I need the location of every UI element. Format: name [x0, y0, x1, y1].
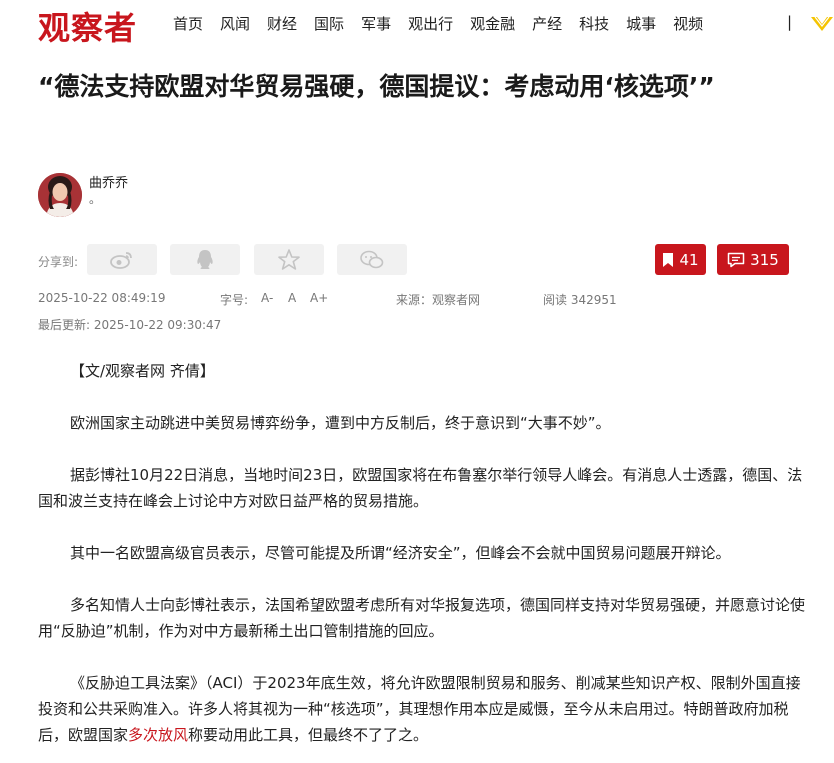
article-paragraph: 多名知情人士向彭博社表示，法国希望欧盟考虑所有对华报复选项，德国同样支持对华贸易… [38, 596, 806, 640]
nav-separator: | [787, 13, 793, 31]
main-nav: 首页 风闻 财经 国际 军事 观出行 观金融 产经 科技 城事 视频 [173, 13, 720, 34]
top-nav-bar: 观察者 首页 风闻 财经 国际 军事 观出行 观金融 产经 科技 城事 视频 | [0, 0, 834, 49]
bookmark-count: 41 [679, 250, 699, 269]
share-wechat-button[interactable] [337, 244, 407, 275]
paragraph-text: 称要动用此工具，但最终不了了之。 [188, 726, 429, 744]
comment-count: 315 [750, 250, 779, 269]
article-paragraph: 欧洲国家主动跳进中美贸易博弈纷争，遭到中方反制后，终于意识到“大事不妙”。 [70, 414, 611, 432]
nav-item-guanfinance[interactable]: 观金融 [470, 13, 515, 34]
qzone-icon [278, 248, 300, 270]
publish-date: 2025-10-22 08:49:19 [38, 291, 166, 305]
comment-button[interactable]: 315 [717, 244, 789, 275]
article-paragraph: 据彭博社10月22日消息，当地时间23日，欧盟国家将在布鲁塞尔举行领导人峰会。有… [38, 466, 803, 510]
nav-item-industry[interactable]: 产经 [532, 13, 562, 34]
last-updated: 最后更新: 2025-10-22 09:30:47 [38, 318, 222, 332]
font-size-increase[interactable]: A+ [310, 291, 328, 305]
nav-item-tech[interactable]: 科技 [579, 13, 609, 34]
nav-item-fengwen[interactable]: 风闻 [220, 13, 250, 34]
comment-icon [727, 252, 745, 267]
avatar-image [38, 173, 82, 217]
font-size-decrease[interactable]: A- [261, 291, 273, 305]
read-count: 阅读 342951 [543, 293, 617, 307]
nav-item-video[interactable]: 视频 [673, 13, 703, 34]
article-body: 【文/观察者网 齐倩】 欧洲国家主动跳进中美贸易博弈纷争，遭到中方反制后，终于意… [38, 358, 812, 763]
share-qq-button[interactable] [170, 244, 240, 275]
font-size-normal[interactable]: A [288, 291, 296, 305]
site-logo[interactable]: 观察者 [38, 3, 137, 49]
wechat-icon [360, 250, 384, 268]
vip-icon[interactable] [810, 14, 834, 32]
author-name[interactable]: 曲乔乔 [89, 172, 128, 191]
nav-item-city[interactable]: 城事 [626, 13, 656, 34]
qq-icon [197, 249, 213, 269]
bookmark-button[interactable]: 41 [655, 244, 706, 275]
nav-item-military[interactable]: 军事 [361, 13, 391, 34]
nav-item-finance[interactable]: 财经 [267, 13, 297, 34]
font-size-label: 字号: [220, 293, 249, 307]
nav-item-home[interactable]: 首页 [173, 13, 203, 34]
inline-link[interactable]: 多次放风 [128, 726, 188, 744]
weibo-icon [110, 251, 132, 269]
article-source: 来源：观察者网 [396, 293, 481, 307]
article-title: “德法支持欧盟对华贸易强硬，德国提议：考虑动用‘核选项’” [38, 72, 715, 101]
share-label: 分享到: [38, 255, 79, 269]
article-paragraph: 其中一名欧盟高级官员表示，尽管可能提及所谓“经济安全”，但峰会不会就中国贸易问题… [70, 544, 731, 562]
nav-item-international[interactable]: 国际 [314, 13, 344, 34]
author-avatar[interactable] [38, 173, 82, 217]
author-description: 。 [89, 192, 102, 206]
share-qzone-button[interactable] [254, 244, 324, 275]
bookmark-icon [663, 252, 674, 267]
nav-item-mobility[interactable]: 观出行 [408, 13, 453, 34]
share-weibo-button[interactable] [87, 244, 157, 275]
article-paragraph: 《反胁迫工具法案》（ACI）于2023年底生效，将允许欧盟限制贸易和服务、削减某… [38, 670, 812, 748]
article-paragraph: 【文/观察者网 齐倩】 [70, 362, 215, 380]
